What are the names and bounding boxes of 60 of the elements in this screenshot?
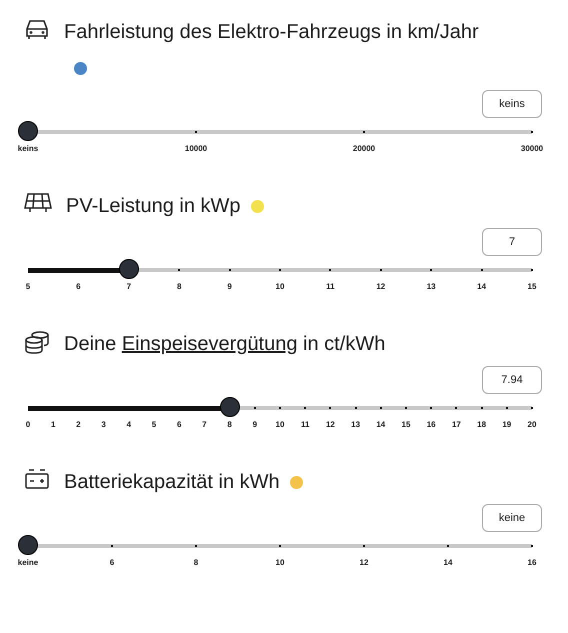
tick-label: 8 — [176, 282, 182, 291]
coins-icon — [24, 330, 50, 354]
tick-label: 16 — [528, 558, 536, 567]
slider-title: Deine Einspeisevergütung in ct/kWh — [64, 332, 386, 357]
value-field[interactable]: 7 — [482, 228, 542, 256]
tick-label: 0 — [26, 420, 30, 429]
slider-handle[interactable] — [18, 535, 38, 555]
tick-label: keine — [18, 558, 38, 567]
car-icon — [24, 18, 50, 40]
solar-panel-icon — [24, 192, 52, 214]
slider-title: PV-Leistung in kWp — [66, 188, 264, 224]
tick-label: 9 — [252, 420, 258, 429]
tick-label: 20 — [528, 420, 536, 429]
value-field[interactable]: 7.94 — [482, 366, 542, 394]
tick-label: 20000 — [352, 144, 376, 153]
slider-handle[interactable] — [18, 121, 38, 141]
tick-label: 8 — [227, 420, 232, 429]
tick-label: 10 — [276, 282, 284, 291]
tick-label: 16 — [426, 420, 436, 429]
tick-label: 6 — [176, 420, 182, 429]
tick-label: 14 — [376, 420, 386, 429]
tick-label: 7 — [126, 282, 132, 291]
tick-label: 4 — [126, 420, 132, 429]
tick-label: 2 — [76, 420, 81, 429]
tick-label: 15 — [402, 420, 410, 429]
tick-label: 12 — [376, 282, 386, 291]
tick-label: 12 — [326, 420, 335, 429]
tick-label: 11 — [326, 282, 335, 291]
tick-label: 3 — [101, 420, 106, 429]
tick-label: 1 — [50, 420, 56, 429]
tick-label: 13 — [426, 282, 436, 291]
tick-label: 10 — [276, 420, 284, 429]
tick-label: 9 — [227, 282, 232, 291]
tick-label: 11 — [300, 420, 310, 429]
tick-label: 8 — [194, 558, 198, 567]
tick-label: 30000 — [520, 144, 544, 153]
tick-label: 18 — [477, 420, 486, 429]
tick-label: 14 — [477, 282, 486, 291]
tick-label: 10 — [276, 558, 284, 567]
battery-icon — [24, 468, 50, 490]
value-field[interactable]: keine — [482, 504, 542, 532]
tick-label: 5 — [26, 282, 30, 291]
tick-label: 5 — [152, 420, 156, 429]
tick-label: 13 — [351, 420, 360, 429]
slider-handle[interactable] — [118, 259, 139, 279]
value-field[interactable]: keins — [482, 90, 542, 118]
tick-label: 12 — [360, 558, 368, 567]
tick-label: 6 — [76, 282, 81, 291]
tick-label: 7 — [202, 420, 207, 429]
tick-label: 17 — [452, 420, 461, 429]
slider-title: Batteriekapazität in kWh — [64, 464, 303, 500]
tick-label: 15 — [528, 282, 536, 291]
slider-title: Fahrleistung des Elektro-Fahrzeugs in km/Jahr — [64, 14, 494, 86]
tick-label: keins — [18, 144, 38, 153]
tick-label: 19 — [502, 420, 512, 429]
tick-label: 10000 — [184, 144, 208, 153]
tick-label: 14 — [444, 558, 452, 567]
slider-handle[interactable] — [220, 397, 240, 417]
tick-label: 6 — [110, 558, 114, 567]
glossary-link[interactable]: Einspeisevergütung — [122, 333, 298, 355]
